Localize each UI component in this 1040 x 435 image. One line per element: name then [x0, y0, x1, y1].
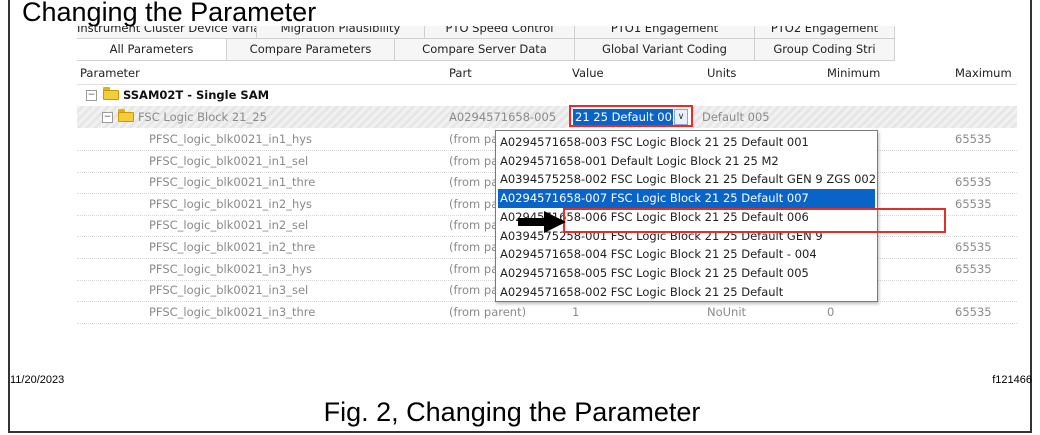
- tab-pto-speed-control[interactable]: PTO Speed Control: [425, 26, 575, 38]
- group-value-after: Default 005: [702, 110, 770, 124]
- table-row[interactable]: PFSC_logic_blk0021_in3_thre (from parent)…: [77, 301, 1017, 324]
- param-maximum: 65535: [955, 304, 992, 319]
- tree-root-row[interactable]: − SSAM02T - Single SAM: [77, 84, 1017, 106]
- dropdown-option[interactable]: A0294571658-005 FSC Logic Block 21 25 De…: [498, 264, 875, 283]
- dropdown-option[interactable]: A0294571658-002 FSC Logic Block 21 25 De…: [498, 283, 875, 302]
- value-combobox[interactable]: 21 25 Default 005 ∨: [569, 105, 693, 127]
- param-maximum: 65535: [955, 196, 992, 211]
- col-header-parameter[interactable]: Parameter: [80, 66, 140, 80]
- param-name: PFSC_logic_blk0021_in1_hys: [149, 132, 313, 146]
- col-header-value[interactable]: Value: [572, 66, 604, 80]
- grid-header: Parameter Part Value Units Minimum Maxim…: [77, 62, 1017, 85]
- dropdown-option[interactable]: A0394575258-002 FSC Logic Block 21 25 De…: [498, 170, 876, 189]
- param-name: PFSC_logic_blk0021_in1_sel: [149, 153, 309, 168]
- tab-instrument-cluster[interactable]: Instrument Cluster Device Variants: [77, 26, 257, 38]
- pointer-arrow-icon: [518, 211, 566, 233]
- tab-all-parameters[interactable]: All Parameters: [77, 38, 227, 60]
- tab-pto2-engagement[interactable]: PTO2 Engagement: [755, 26, 895, 38]
- value-combobox-text[interactable]: 21 25 Default 005: [573, 109, 673, 125]
- figure-caption: Fig. 2, Changing the Parameter: [323, 397, 701, 427]
- slide-title: Changing the Parameter: [22, 0, 317, 27]
- slide-date: 11/20/2023: [10, 374, 65, 386]
- tree-group-row[interactable]: − FSC Logic Block 21_25 A0294571658-005 …: [77, 105, 1017, 128]
- folder-icon: [118, 109, 134, 122]
- tab-row-top: Instrument Cluster Device Variants Migra…: [77, 26, 895, 38]
- param-name: PFSC_logic_blk0021_in2_thre: [149, 240, 316, 254]
- dropdown-option[interactable]: A0294571658-007 FSC Logic Block 21 25 De…: [498, 189, 875, 209]
- param-maximum: 65535: [955, 240, 992, 254]
- tab-migration-plausibility[interactable]: Migration Plausibility: [257, 26, 425, 38]
- tab-row-main: All Parameters Compare Parameters Compar…: [77, 38, 895, 61]
- col-header-units[interactable]: Units: [707, 66, 736, 80]
- param-name: PFSC_logic_blk0021_in2_sel: [149, 218, 309, 233]
- figure-code: f121466: [992, 374, 1032, 386]
- dropdown-option[interactable]: A0294571658-003 FSC Logic Block 21 25 De…: [498, 133, 875, 152]
- param-units: NoUnit: [707, 304, 747, 319]
- tab-compare-parameters[interactable]: Compare Parameters: [227, 38, 395, 60]
- param-name: PFSC_logic_blk0021_in3_sel: [149, 283, 309, 298]
- param-name: PFSC_logic_blk0021_in1_thre: [149, 175, 316, 190]
- param-minimum: 0: [827, 304, 835, 319]
- param-name: PFSC_logic_blk0021_in3_thre: [149, 304, 316, 319]
- highlight-callout-box: [563, 208, 946, 233]
- dropdown-option[interactable]: A0294571658-001 Default Logic Block 21 2…: [498, 152, 875, 171]
- collapse-icon[interactable]: −: [86, 90, 97, 101]
- dropdown-option[interactable]: A0294571658-004 FSC Logic Block 21 25 De…: [498, 245, 875, 264]
- tab-group-coding[interactable]: Group Coding Stri: [755, 38, 895, 60]
- chevron-down-icon[interactable]: ∨: [674, 109, 688, 125]
- col-header-minimum[interactable]: Minimum: [827, 66, 880, 80]
- param-maximum: 65535: [955, 132, 992, 146]
- param-name: PFSC_logic_blk0021_in2_hys: [149, 196, 313, 211]
- param-name: PFSC_logic_blk0021_in3_hys: [149, 261, 313, 276]
- tab-global-variant-coding[interactable]: Global Variant Coding: [575, 38, 755, 60]
- col-header-maximum[interactable]: Maximum: [955, 66, 1012, 80]
- group-label: FSC Logic Block 21_25: [138, 110, 267, 124]
- param-value: 1: [572, 304, 580, 319]
- group-part: A0294571658-005: [449, 110, 557, 124]
- param-part: (from parent): [449, 304, 527, 319]
- folder-icon: [103, 87, 119, 100]
- param-maximum: 65535: [955, 175, 992, 190]
- col-header-part[interactable]: Part: [449, 66, 472, 80]
- param-maximum: 65535: [955, 261, 992, 276]
- collapse-icon[interactable]: −: [102, 112, 113, 123]
- root-label: SSAM02T - Single SAM: [123, 88, 270, 102]
- tab-pto1-engagement[interactable]: PTO1 Engagement: [575, 26, 755, 38]
- tab-compare-server-data[interactable]: Compare Server Data: [395, 38, 575, 60]
